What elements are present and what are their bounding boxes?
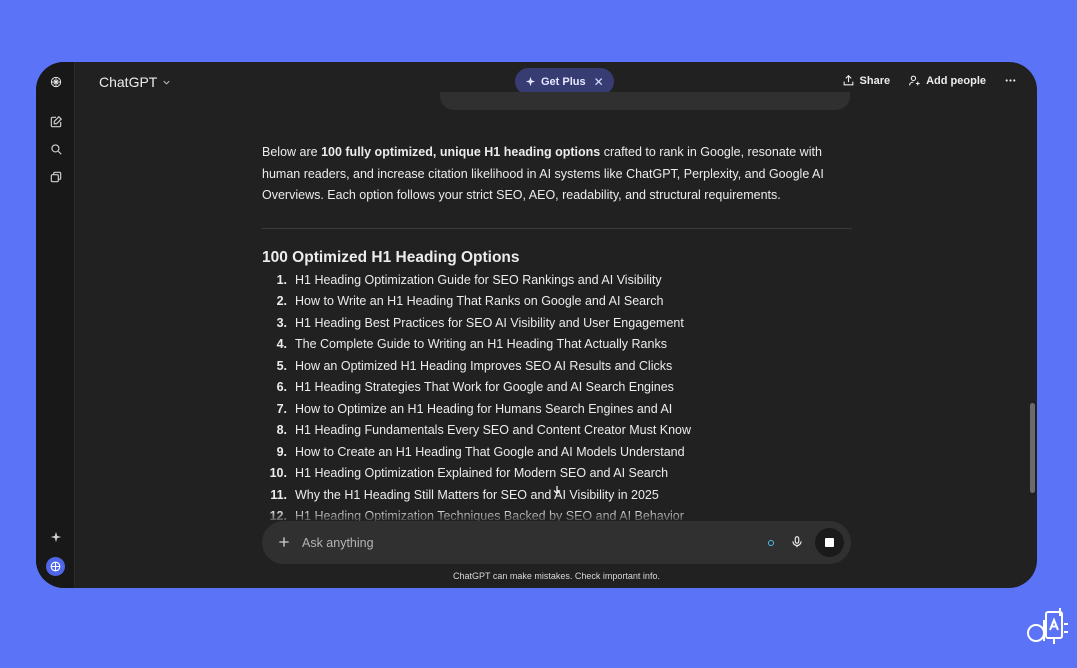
- assistant-message: Below are 100 fully optimized, unique H1…: [262, 142, 852, 528]
- list-item-text: H1 Heading Optimization Explained for Mo…: [295, 466, 669, 480]
- get-plus-label: Get Plus: [541, 75, 586, 88]
- list-item-number: 8.: [276, 423, 287, 437]
- add-people-label: Add people: [926, 74, 986, 87]
- divider: [262, 227, 852, 229]
- list-item-number: 11.: [270, 487, 287, 502]
- share-label: Share: [859, 74, 891, 87]
- list-item-number: 9.: [276, 444, 287, 459]
- chat-window: ChatGPT Get Plus ✕ Share Add people Belo…: [36, 62, 1037, 588]
- sidebar: [36, 62, 75, 588]
- list-item-text: The Complete Guide to Writing an H1 Head…: [295, 337, 667, 351]
- mic-icon[interactable]: [790, 534, 804, 550]
- close-icon[interactable]: ✕: [594, 75, 604, 89]
- more-options-button[interactable]: [1004, 74, 1017, 87]
- openai-logo-icon[interactable]: [48, 74, 64, 90]
- plus-icon[interactable]: [276, 534, 292, 550]
- list-item: 7. How to Optimize an H1 Heading for Huma…: [262, 399, 852, 421]
- sparkle-icon: [525, 76, 536, 87]
- list-item-number: 3.: [276, 315, 287, 330]
- composer: [262, 521, 851, 564]
- list-item: 1. H1 Heading Optimization Guide for SEO …: [262, 270, 852, 292]
- intro-paragraph: Below are 100 fully optimized, unique H1…: [262, 145, 824, 202]
- list-item-text: H1 Heading Optimization Guide for SEO Ra…: [295, 272, 662, 287]
- scroll-down-arrow-icon: [553, 486, 561, 495]
- list-item: 8. H1 Heading Fundamentals Every SEO and …: [262, 420, 852, 442]
- list-item-number: 5.: [276, 358, 287, 373]
- list-item-number: 4.: [276, 337, 287, 351]
- add-people-icon: [909, 75, 920, 86]
- app-title: ChatGPT: [99, 74, 158, 90]
- share-icon: [843, 74, 853, 86]
- list-item-text: How to Write an H1 Heading That Ranks on…: [295, 294, 664, 308]
- sparkle-icon[interactable]: [48, 529, 64, 545]
- list-item-number: 7.: [276, 401, 287, 416]
- list-item-text: H1 Heading Strategies That Work for Goog…: [295, 380, 674, 394]
- list-item-number: 2.: [276, 294, 287, 308]
- get-plus-button[interactable]: Get Plus ✕: [515, 68, 614, 95]
- voice-dot-icon[interactable]: [768, 540, 774, 546]
- scroll-to-bottom-button[interactable]: [548, 481, 566, 499]
- model-selector[interactable]: ChatGPT: [99, 74, 172, 90]
- list-item-text: H1 Heading Best Practices for SEO AI Vis…: [295, 315, 684, 330]
- list-item: 3. H1 Heading Best Practices for SEO AI V…: [262, 313, 852, 335]
- list-item-number: 10.: [269, 466, 287, 480]
- disclaimer-text: ChatGPT can make mistakes. Check importa…: [453, 571, 660, 581]
- scrollbar-thumb[interactable]: [1030, 403, 1035, 493]
- add-people-button[interactable]: Add people: [908, 74, 986, 87]
- search-icon[interactable]: [48, 141, 64, 157]
- new-chat-icon[interactable]: [48, 114, 64, 130]
- list-item-text: Why the H1 Heading Still Matters for SEO…: [295, 487, 659, 502]
- library-icon[interactable]: [48, 169, 64, 185]
- list-item: 4. The Complete Guide to Writing an H1 He…: [262, 334, 852, 356]
- list-item-text: How an Optimized H1 Heading Improves SEO…: [295, 358, 673, 373]
- chat-input[interactable]: [302, 521, 702, 564]
- top-actions: Share Add people: [842, 74, 1017, 87]
- previous-message-bubble: [440, 92, 850, 110]
- section-heading: 100 Optimized H1 Heading Options: [262, 248, 520, 266]
- list-item-text: How to Optimize an H1 Heading for Humans…: [295, 401, 673, 416]
- user-avatar[interactable]: [46, 557, 65, 576]
- list-item-number: 1.: [276, 272, 287, 287]
- list-item: 6. H1 Heading Strategies That Work for Go…: [262, 377, 852, 399]
- list-item: 2. How to Write an H1 Heading That Ranks …: [262, 291, 852, 313]
- list-item: 5. How an Optimized H1 Heading Improves S…: [262, 356, 852, 378]
- brand-logo: [1027, 608, 1068, 644]
- more-icon: [1005, 79, 1016, 82]
- share-button[interactable]: Share: [842, 74, 891, 87]
- stop-icon: [825, 538, 834, 547]
- list-item: 9. How to Create an H1 Heading That Googl…: [262, 442, 852, 464]
- chevron-down-icon: [163, 80, 171, 85]
- list-item-text: How to Create an H1 Heading That Google …: [295, 444, 685, 459]
- list-item-text: H1 Heading Fundamentals Every SEO and Co…: [295, 423, 692, 437]
- list-item-number: 6.: [276, 380, 287, 394]
- stop-button[interactable]: [815, 528, 844, 557]
